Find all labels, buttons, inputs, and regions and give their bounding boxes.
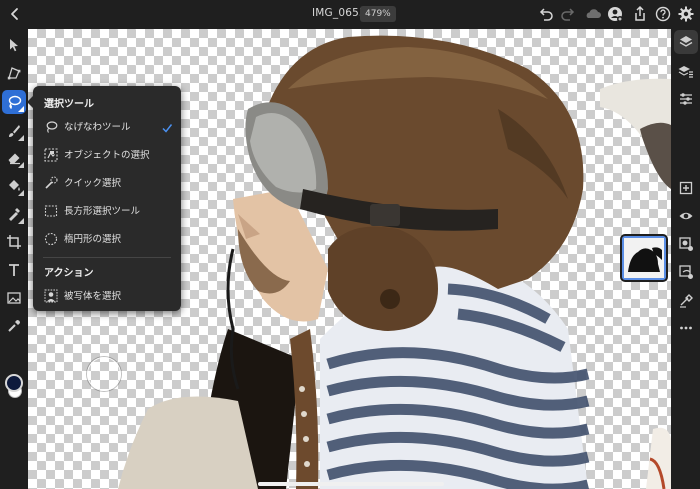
selection-tool-icon[interactable] bbox=[2, 90, 26, 114]
menu-item-rect-marquee[interactable]: 長方形選択ツール bbox=[37, 198, 177, 222]
menu-item-label: オブジェクトの選択 bbox=[64, 150, 150, 161]
section-title-actions: アクション bbox=[44, 268, 94, 279]
cloud-icon[interactable] bbox=[583, 4, 603, 24]
menu-item-label: なげなわツール bbox=[64, 122, 131, 133]
home-indicator bbox=[258, 482, 444, 486]
gear-icon[interactable] bbox=[676, 4, 696, 24]
mask-icon[interactable] bbox=[674, 232, 698, 256]
type-tool-icon[interactable] bbox=[2, 258, 26, 282]
fx-icon[interactable] bbox=[674, 288, 698, 312]
select-subject-icon bbox=[44, 288, 58, 303]
add-layer-icon[interactable] bbox=[674, 176, 698, 200]
move-tool-icon[interactable] bbox=[2, 33, 26, 57]
menu-item-label: クイック選択 bbox=[64, 178, 122, 189]
lasso-icon bbox=[44, 119, 58, 133]
menu-divider bbox=[43, 257, 171, 258]
top-bar: IMG_0655 479% bbox=[0, 0, 700, 29]
selection-tools-popover: 選択ツール なげなわツール オブジェクトの選択 クイック選択 長方形選択ツール … bbox=[27, 86, 181, 311]
visibility-icon[interactable] bbox=[674, 204, 698, 228]
layers-icon[interactable] bbox=[674, 30, 698, 54]
object-select-icon bbox=[44, 147, 58, 162]
more-icon[interactable] bbox=[674, 316, 698, 340]
right-toolbar bbox=[671, 29, 700, 489]
menu-item-label: 長方形選択ツール bbox=[64, 206, 141, 217]
chevron-left-icon[interactable] bbox=[4, 3, 26, 25]
undo-icon[interactable] bbox=[536, 4, 556, 24]
layer-thumbnail[interactable] bbox=[622, 236, 666, 280]
brush-cursor bbox=[87, 357, 121, 391]
menu-item-quick-select[interactable]: クイック選択 bbox=[37, 170, 177, 194]
heal-tool-icon[interactable] bbox=[2, 202, 26, 226]
section-title-selection-tools: 選択ツール bbox=[44, 99, 94, 110]
eyedropper-tool-icon[interactable] bbox=[2, 314, 26, 338]
popover-arrow bbox=[27, 96, 33, 108]
redo-icon[interactable] bbox=[558, 4, 578, 24]
layer-properties-icon[interactable] bbox=[674, 59, 698, 83]
menu-item-label: 被写体を選択 bbox=[64, 291, 122, 302]
left-toolbar bbox=[0, 29, 28, 489]
fill-tool-icon[interactable] bbox=[2, 174, 26, 198]
crop-tool-icon[interactable] bbox=[2, 230, 26, 254]
foreground-color-swatch[interactable] bbox=[5, 374, 23, 392]
share-icon[interactable] bbox=[630, 4, 650, 24]
menu-item-lasso[interactable]: なげなわツール bbox=[37, 114, 177, 138]
menu-item-select-subject[interactable]: 被写体を選択 bbox=[37, 283, 177, 307]
layer-thumbnail-preview bbox=[624, 238, 664, 278]
checkmark-icon bbox=[161, 119, 173, 133]
menu-item-ellipse-marquee[interactable]: 楕円形の選択 bbox=[37, 226, 177, 250]
clip-icon[interactable] bbox=[674, 260, 698, 284]
account-icon[interactable] bbox=[605, 4, 625, 24]
document-title: IMG_0655 bbox=[312, 7, 366, 19]
help-icon[interactable] bbox=[653, 4, 673, 24]
ellipse-marquee-icon bbox=[44, 231, 58, 246]
menu-item-label: 楕円形の選択 bbox=[64, 234, 122, 245]
quick-select-icon bbox=[44, 175, 58, 189]
image-tool-icon[interactable] bbox=[2, 286, 26, 310]
rect-marquee-icon bbox=[44, 203, 58, 217]
transform-tool-icon[interactable] bbox=[2, 61, 26, 85]
adjustments-icon[interactable] bbox=[674, 87, 698, 111]
menu-item-object-select[interactable]: オブジェクトの選択 bbox=[37, 142, 177, 166]
brush-tool-icon[interactable] bbox=[2, 119, 26, 143]
zoom-level-badge[interactable]: 479% bbox=[360, 6, 396, 22]
eraser-tool-icon[interactable] bbox=[2, 146, 26, 170]
